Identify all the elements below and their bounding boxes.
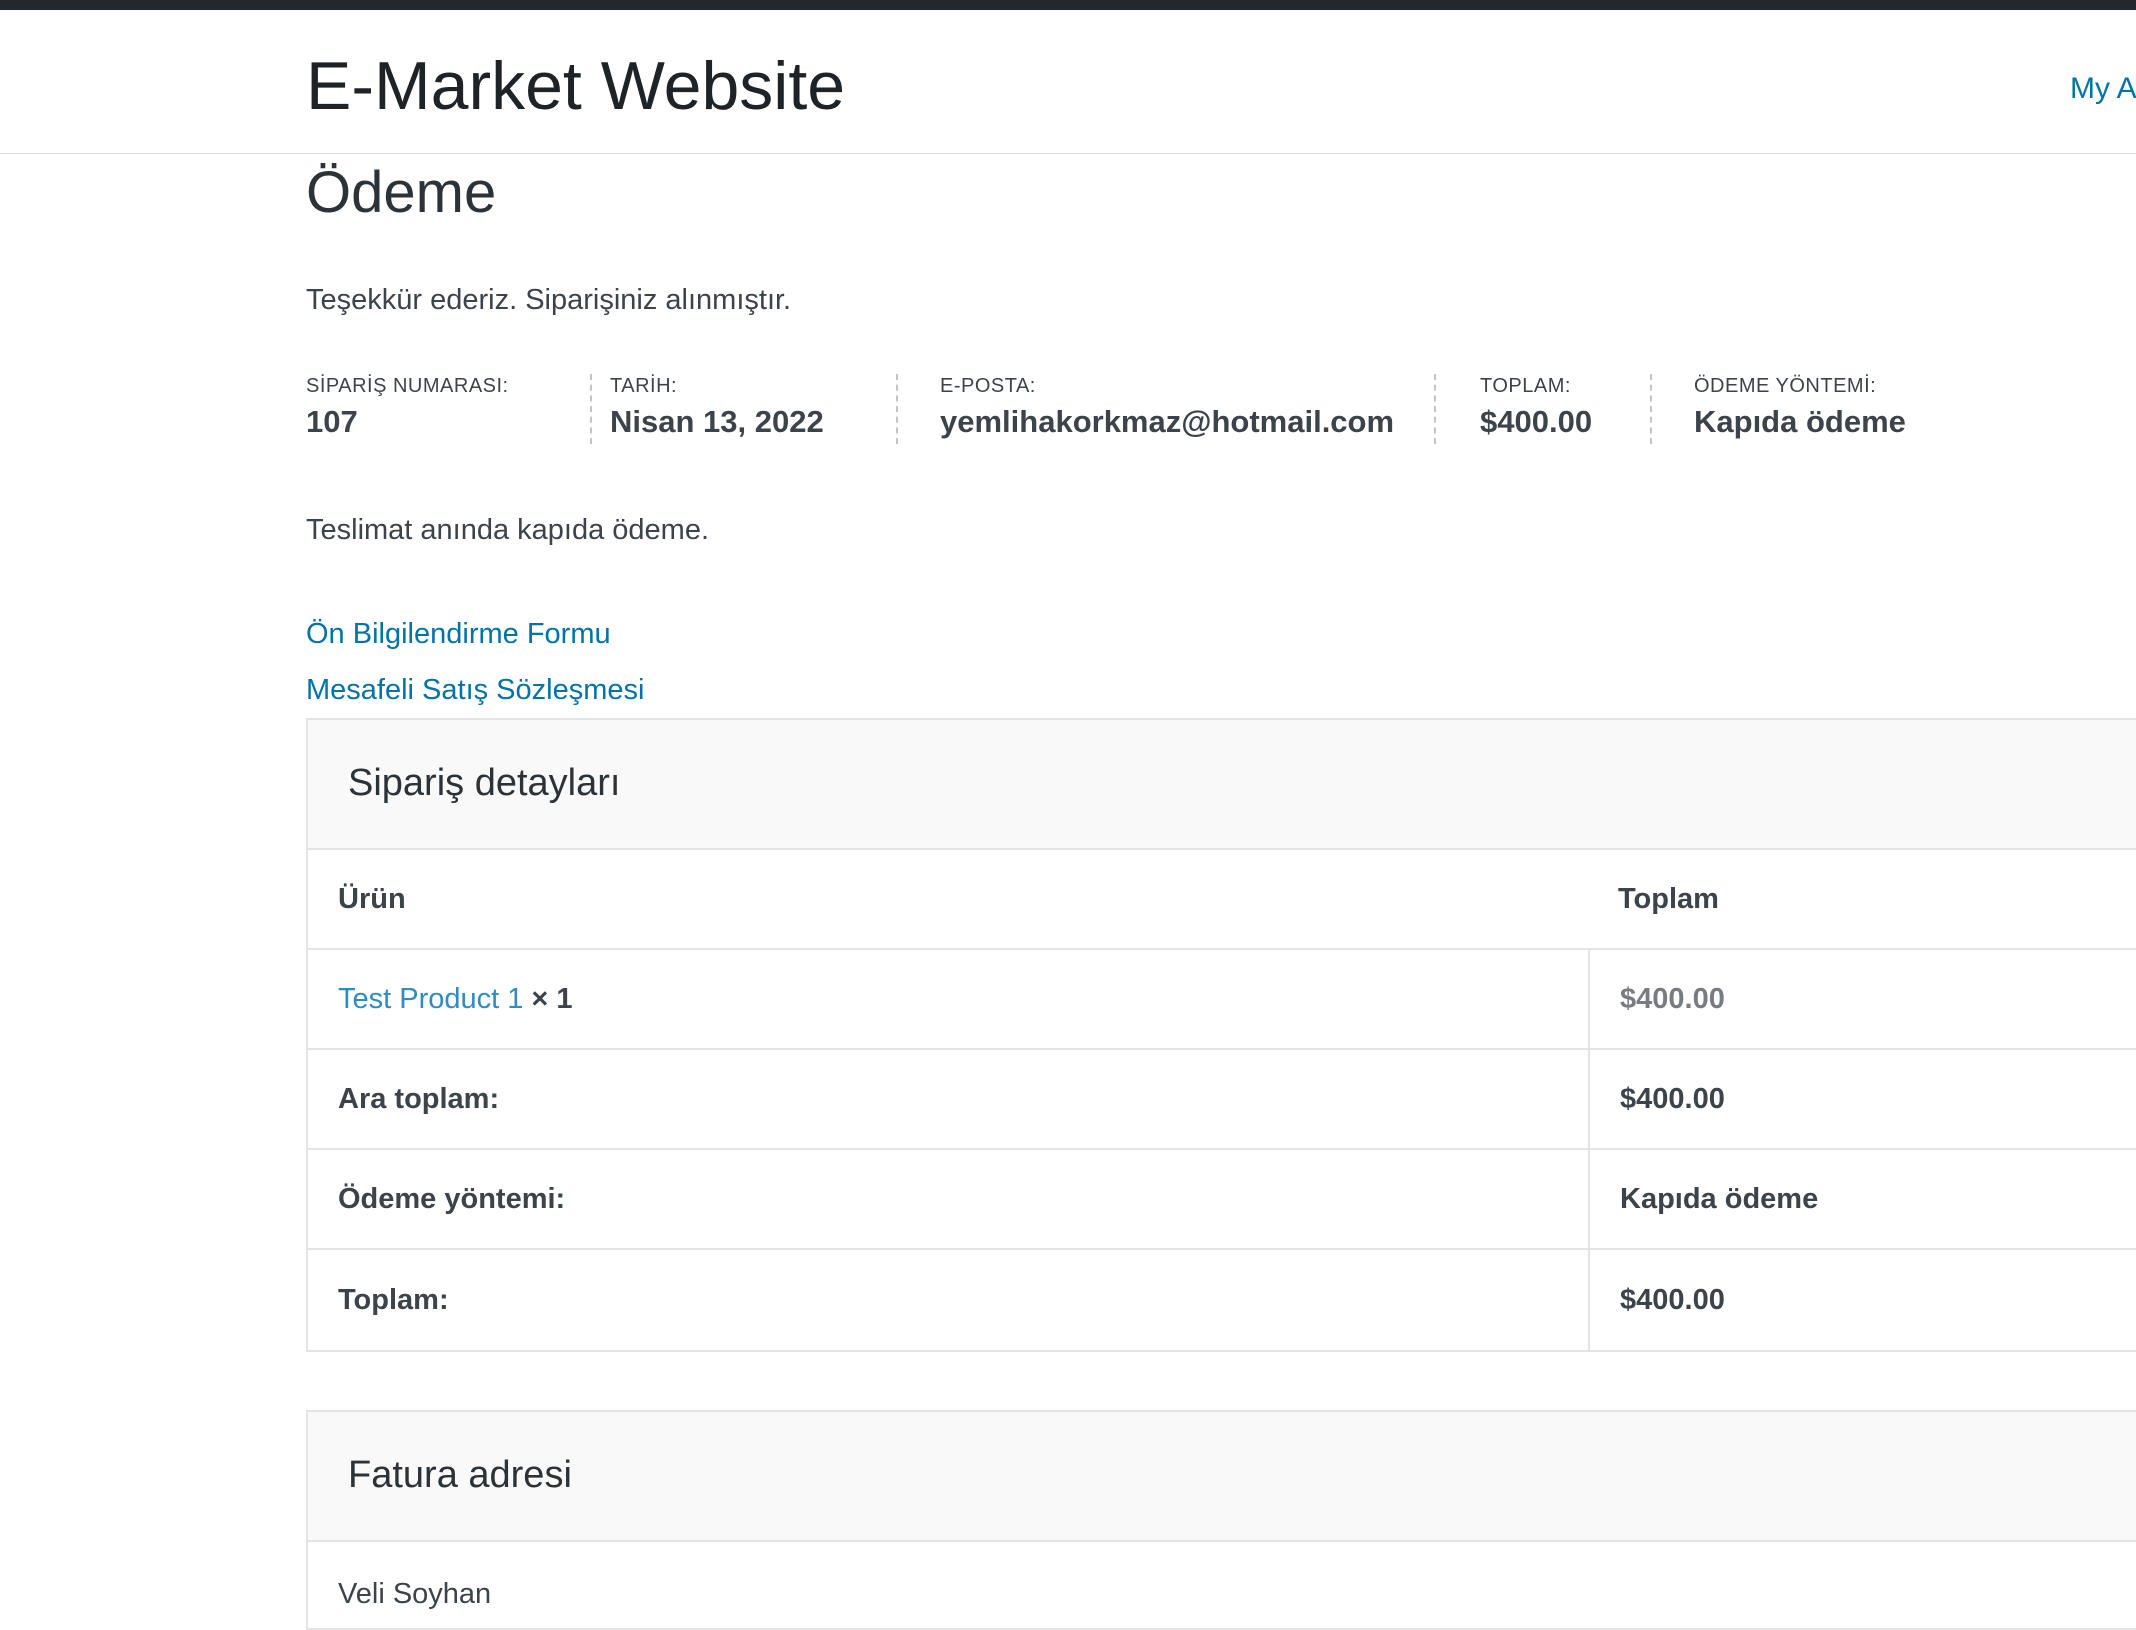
distance-sales-contract-link[interactable]: Mesafeli Satış Sözleşmesi	[306, 674, 644, 707]
site-title[interactable]: E-Market Website	[306, 46, 845, 128]
total-column-header: Toplam	[1618, 882, 1719, 915]
order-details-heading: Sipariş detayları	[348, 762, 621, 804]
email-label: E-POSTA:	[940, 375, 1036, 397]
date-label: TARİH:	[610, 375, 678, 397]
billing-name: Veli Soyhan	[338, 1578, 492, 1610]
table-row: Ara toplam: $400.00	[308, 1050, 2136, 1150]
billing-address-heading: Fatura adresi	[348, 1454, 572, 1496]
payment-instructions: Teslimat anında kapıda ödeme.	[306, 514, 710, 546]
table-row: Ödeme yöntemi: Kapıda ödeme	[308, 1150, 2136, 1250]
payment-method-value: Kapıda ödeme	[1694, 404, 1906, 439]
billing-address-section: Fatura adresi Veli Soyhan	[306, 1410, 2136, 1630]
subtotal-value: $400.00	[1588, 1050, 1725, 1148]
order-received-message: Teşekkür ederiz. Siparişiniz alınmıştır.	[306, 284, 792, 316]
billing-address-header: Fatura adresi	[308, 1412, 2136, 1542]
product-quantity: × 1	[531, 982, 573, 1015]
product-cell: Test Product 1 × 1	[338, 950, 573, 1048]
table-row: Test Product 1 × 1 $400.00	[308, 950, 2136, 1050]
email-value: yemlihakorkmaz@hotmail.com	[940, 404, 1395, 439]
overview-order-number: SİPARİŞ NUMARASI: 107	[306, 374, 592, 444]
order-number-label: SİPARİŞ NUMARASI:	[306, 375, 509, 397]
product-link[interactable]: Test Product 1	[338, 983, 523, 1016]
my-account-link[interactable]: My A	[2070, 72, 2136, 106]
table-header-row: Ürün Toplam	[308, 850, 2136, 950]
pre-information-form-link[interactable]: Ön Bilgilendirme Formu	[306, 618, 611, 651]
order-total-label: Toplam:	[338, 1283, 449, 1316]
product-column-header: Ürün	[338, 882, 406, 915]
overview-date: TARİH: Nisan 13, 2022	[592, 374, 898, 444]
order-number-value: 107	[306, 404, 358, 439]
product-total: $400.00	[1588, 950, 1725, 1048]
overview-payment-method: ÖDEME YÖNTEMİ: Kapıda ödeme	[1652, 374, 1906, 444]
payment-method-row-value: Kapıda ödeme	[1588, 1150, 1818, 1248]
payment-method-label: ÖDEME YÖNTEMİ:	[1694, 375, 1877, 397]
total-label: TOPLAM:	[1480, 375, 1571, 397]
subtotal-label: Ara toplam:	[338, 1082, 500, 1115]
overview-email: E-POSTA: yemlihakorkmaz@hotmail.com	[898, 374, 1436, 444]
overview-total: TOPLAM: $400.00	[1436, 374, 1652, 444]
order-overview: SİPARİŞ NUMARASI: 107 TARİH: Nisan 13, 2…	[306, 374, 1906, 444]
site-header: E-Market Website My A	[0, 10, 2136, 154]
total-value: $400.00	[1480, 404, 1593, 439]
order-total-value: $400.00	[1588, 1250, 1725, 1350]
order-details-section: Sipariş detayları Ürün Toplam Test Produ…	[306, 718, 2136, 1352]
admin-top-bar	[0, 0, 2136, 10]
page-title: Ödeme	[306, 160, 497, 225]
date-value: Nisan 13, 2022	[610, 404, 824, 439]
order-details-header: Sipariş detayları	[308, 720, 2136, 850]
payment-method-row-label: Ödeme yöntemi:	[338, 1182, 566, 1215]
table-row: Toplam: $400.00	[308, 1250, 2136, 1350]
